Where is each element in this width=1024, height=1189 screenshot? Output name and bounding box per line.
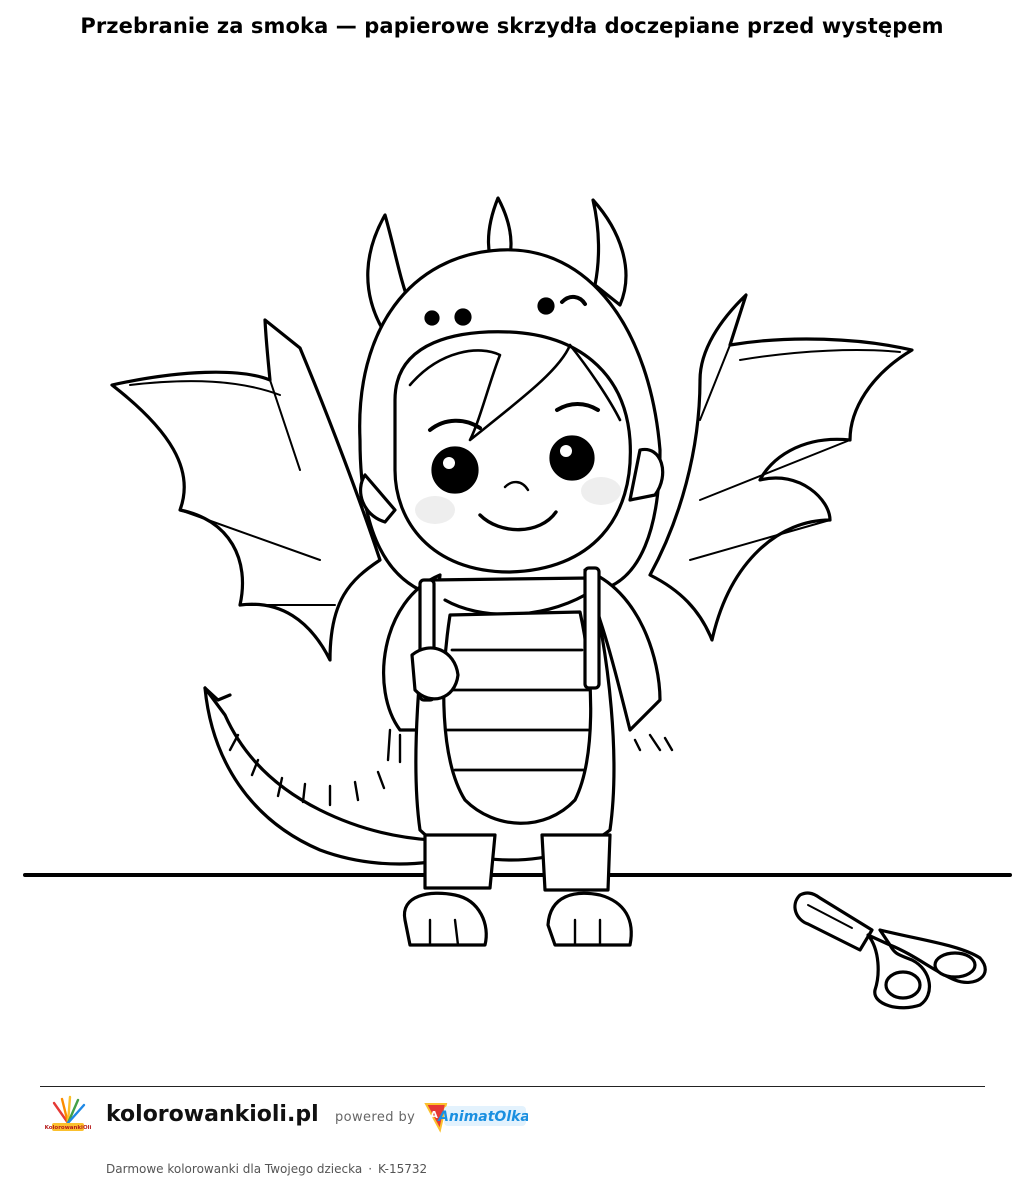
svg-text:A: A bbox=[430, 1110, 438, 1121]
footer-divider bbox=[40, 1086, 985, 1087]
kolorowankioli-logo-icon[interactable]: KolorowankiOli bbox=[44, 1093, 92, 1141]
coloring-illustration bbox=[23, 196, 1012, 1010]
page-code: K-15732 bbox=[378, 1162, 428, 1176]
right-wing bbox=[648, 293, 914, 642]
brand-text: AnimatOlka bbox=[437, 1109, 528, 1125]
left-wing bbox=[110, 318, 382, 662]
footer-tagline: Darmowe kolorowanki dla Twojego dziecka ·… bbox=[106, 1162, 427, 1176]
costume-body bbox=[382, 566, 674, 947]
site-name[interactable]: kolorowankioli.pl bbox=[106, 1102, 319, 1127]
tagline-separator: · bbox=[368, 1162, 373, 1176]
powered-by-text: powered by bbox=[335, 1110, 416, 1125]
scissors-icon bbox=[793, 891, 987, 1010]
logo-text: KolorowankiOli bbox=[45, 1125, 92, 1131]
tagline-text: Darmowe kolorowanki dla Twojego dziecka bbox=[106, 1162, 363, 1176]
animatolka-logo-icon[interactable]: A AnimatOlka bbox=[424, 1098, 528, 1134]
